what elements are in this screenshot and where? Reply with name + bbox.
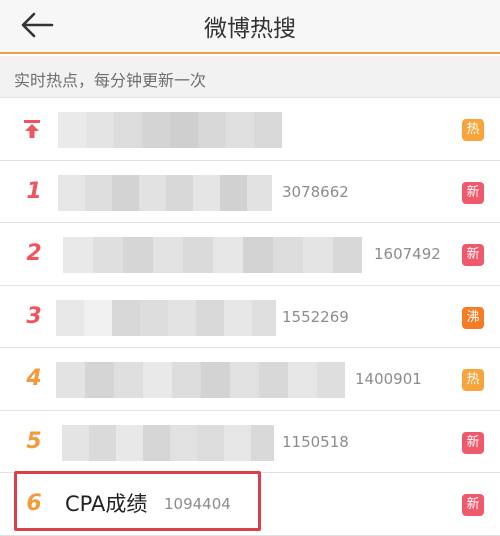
blurred-topic	[56, 362, 345, 398]
rank-number: 5	[26, 428, 42, 454]
list-item[interactable]: 3 1552269 沸	[0, 285, 500, 348]
subheader-text: 实时热点，每分钟更新一次	[14, 71, 207, 90]
heat-count: 1094404	[164, 495, 231, 513]
status-badge: 新	[462, 431, 484, 454]
rank-number: 6	[26, 491, 42, 516]
blurred-topic	[58, 174, 272, 211]
heat-count: 3078662	[282, 182, 349, 201]
list-item[interactable]: 6 CPA成绩 1094404 新	[0, 473, 500, 536]
status-badge: 热	[462, 369, 484, 391]
list-item[interactable]: 4 1400901 热	[0, 348, 500, 411]
blurred-topic	[62, 424, 274, 461]
status-badge: 热	[462, 119, 484, 141]
heat-count: 1607492	[374, 245, 441, 263]
rank-number: 3	[26, 303, 42, 329]
heat-count: 1400901	[355, 370, 422, 388]
pin-top-icon	[24, 120, 40, 138]
status-badge: 新	[462, 181, 484, 204]
rank-number: 2	[26, 241, 42, 266]
status-badge: 沸	[462, 306, 484, 329]
page-title: 微博热搜	[204, 16, 296, 42]
subheader: 实时热点，每分钟更新一次	[0, 56, 500, 98]
blurred-topic	[58, 112, 282, 148]
rank-number: 1	[26, 178, 42, 204]
hot-search-list: 热 1 3078662 新 2 1607492 新 3 1552269 沸 4 …	[0, 98, 500, 536]
status-badge: 新	[462, 244, 484, 266]
list-item[interactable]: 热	[0, 98, 500, 161]
rank-number: 4	[26, 366, 42, 391]
list-item[interactable]: 5 1150518 新	[0, 410, 500, 473]
status-badge: 新	[462, 494, 484, 516]
top-bar: 微博热搜	[0, 0, 500, 54]
topic-title: CPA成绩	[65, 492, 148, 516]
blurred-topic	[56, 299, 276, 336]
list-item[interactable]: 1 3078662 新	[0, 160, 500, 223]
blurred-topic	[63, 237, 362, 273]
heat-count: 1552269	[282, 307, 349, 326]
heat-count: 1150518	[282, 432, 349, 451]
list-item[interactable]: 2 1607492 新	[0, 223, 500, 286]
